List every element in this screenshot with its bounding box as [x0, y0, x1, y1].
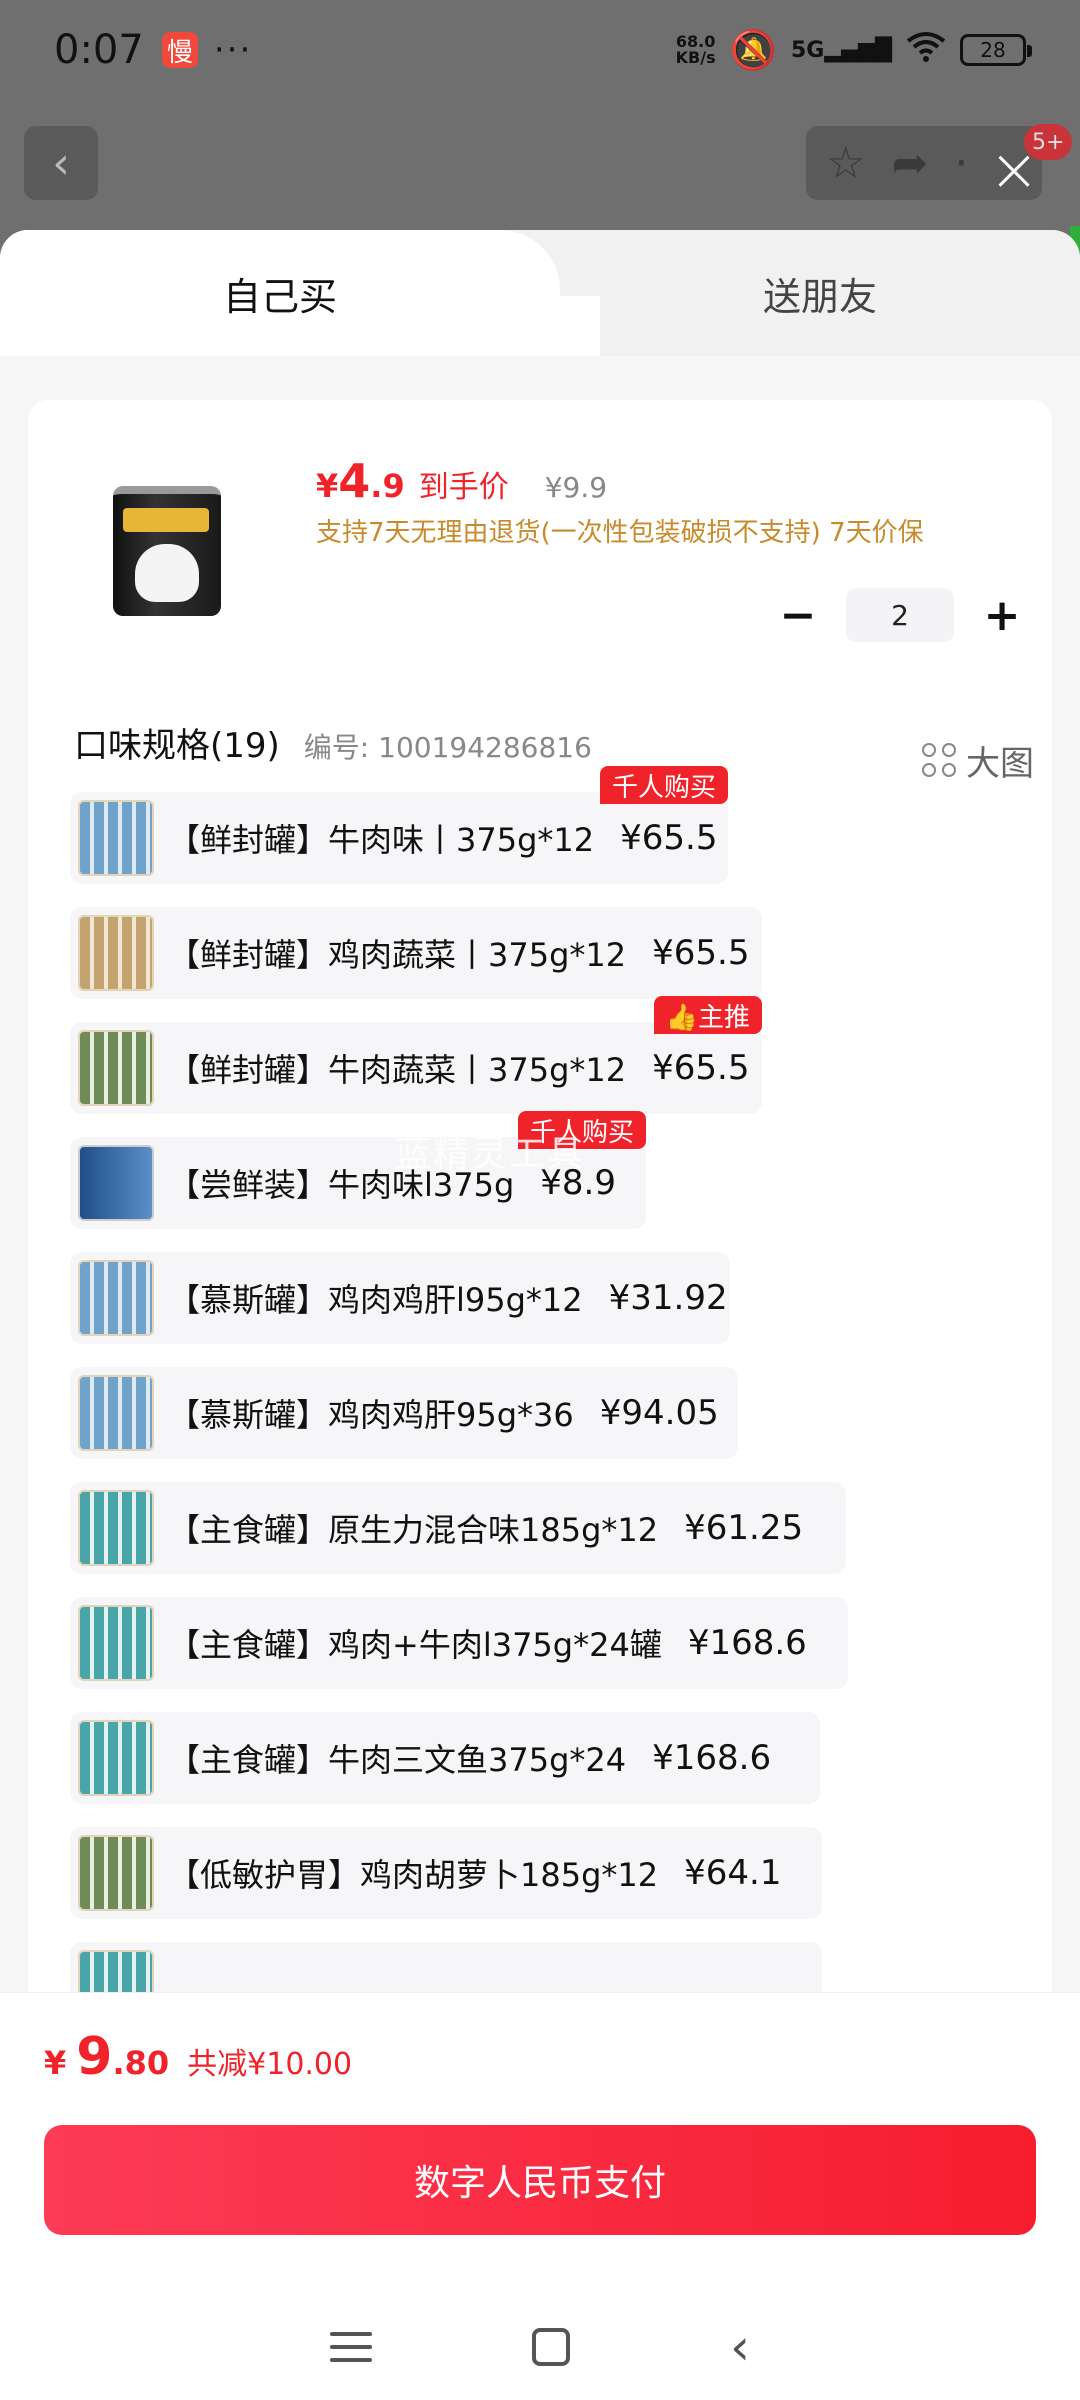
hot-tag: 千人购买: [599, 766, 728, 804]
spec-header: 口味规格(19) 编号: 100194286816 大图: [74, 718, 1034, 785]
spec-option[interactable]: 【慕斯罐】鸡肉鸡肝l95g*12 ¥31.92: [70, 1252, 730, 1344]
more-icon[interactable]: ·: [954, 138, 968, 189]
tab-gift-friend[interactable]: 送朋友: [560, 230, 1080, 356]
spec-thumbnail: [78, 800, 154, 876]
network-speed: 68.0 KB/s: [675, 32, 716, 67]
home-icon[interactable]: [532, 2328, 570, 2366]
spec-thumbnail: [78, 1030, 154, 1106]
more-notifications-icon: ···: [213, 30, 253, 70]
product-image[interactable]: [108, 480, 226, 625]
product-code: 编号: 100194286816: [303, 731, 592, 764]
quantity-stepper: − 2 +: [778, 588, 1022, 642]
pay-button[interactable]: 数字人民币支付: [44, 2125, 1036, 2235]
system-nav-bar: ‹: [0, 2293, 1080, 2400]
total-price: ¥ 9 .80 共减¥10.00: [44, 2027, 353, 2087]
menu-icon[interactable]: [330, 2332, 372, 2362]
grid-icon: [922, 743, 956, 777]
battery-indicator: 28: [960, 34, 1032, 66]
signal-icon: 5G▂▄▆█: [790, 37, 892, 63]
close-icon[interactable]: ×: [984, 140, 1044, 202]
spec-thumbnail: [78, 915, 154, 991]
spec-option[interactable]: 【慕斯罐】鸡肉鸡肝95g*36 ¥94.05: [70, 1367, 738, 1459]
spec-list: 【鲜封罐】牛肉味丨375g*12 ¥65.5 千人购买 【鲜封罐】鸡肉蔬菜丨37…: [70, 766, 1030, 2057]
purchase-tabs: 自己买 送朋友: [0, 230, 1080, 356]
recommend-tag: 👍主推: [653, 996, 762, 1034]
spec-option[interactable]: 【低敏护胃】鸡肉胡萝卜185g*12 ¥64.1: [70, 1827, 822, 1919]
app-notification-icon: 慢: [161, 32, 198, 68]
final-price-label: 到手价: [418, 470, 509, 505]
final-price: ¥4.9: [316, 454, 405, 508]
spec-thumbnail: [78, 1605, 154, 1681]
spec-thumbnail: [78, 1145, 154, 1221]
plus-button[interactable]: +: [982, 590, 1022, 641]
quantity-input[interactable]: 2: [846, 588, 954, 642]
wifi-icon: [906, 28, 946, 72]
spec-option[interactable]: 【鲜封罐】鸡肉蔬菜丨375g*12 ¥65.5: [70, 907, 762, 999]
back-button[interactable]: ‹: [24, 126, 98, 200]
spec-option[interactable]: 【主食罐】鸡肉+牛肉l375g*24罐 ¥168.6: [70, 1597, 848, 1689]
watermark: 蓝精灵工具: [395, 1134, 586, 1175]
price-line: ¥4.9 到手价 ¥9.9: [316, 454, 607, 508]
status-bar: 0:07 慢 ··· 68.0 KB/s 🔕 5G▂▄▆█ 28: [0, 0, 1080, 100]
share-icon[interactable]: ➦: [891, 138, 928, 189]
product-card: ¥4.9 到手价 ¥9.9 支持7天无理由退货(一次性包装破损不支持) 7天价保…: [28, 400, 1052, 2200]
spec-option[interactable]: 【鲜封罐】牛肉蔬菜丨375g*12 ¥65.5 👍主推: [70, 996, 762, 1114]
status-time: 0:07: [54, 27, 144, 73]
mute-icon: 🔕: [729, 27, 777, 72]
spec-thumbnail: [78, 1490, 154, 1566]
spec-thumbnail: [78, 1375, 154, 1451]
spec-thumbnail: [78, 1720, 154, 1796]
spec-thumbnail: [78, 1835, 154, 1911]
spec-option[interactable]: 【鲜封罐】牛肉味丨375g*12 ¥65.5 千人购买: [70, 766, 728, 884]
original-price: ¥9.9: [544, 471, 608, 504]
spec-thumbnail: [78, 1260, 154, 1336]
savings-text: 共减¥10.00: [187, 2047, 353, 2082]
spec-option[interactable]: 【主食罐】原生力混合味185g*12 ¥61.25: [70, 1482, 846, 1574]
spec-option[interactable]: 【主食罐】牛肉三文鱼375g*24 ¥168.6: [70, 1712, 820, 1804]
back-icon[interactable]: ‹: [730, 2322, 750, 2372]
spec-title: 口味规格(19): [74, 726, 280, 766]
support-text: 支持7天无理由退货(一次性包装破损不支持) 7天价保: [316, 518, 924, 548]
minus-button[interactable]: −: [778, 590, 818, 641]
checkout-footer: ¥ 9 .80 共减¥10.00 数字人民币支付 ‹: [0, 1992, 1080, 2400]
star-icon[interactable]: ☆: [826, 138, 865, 189]
tab-self-buy[interactable]: 自己买: [0, 230, 600, 356]
big-view-button[interactable]: 大图: [922, 736, 1034, 785]
